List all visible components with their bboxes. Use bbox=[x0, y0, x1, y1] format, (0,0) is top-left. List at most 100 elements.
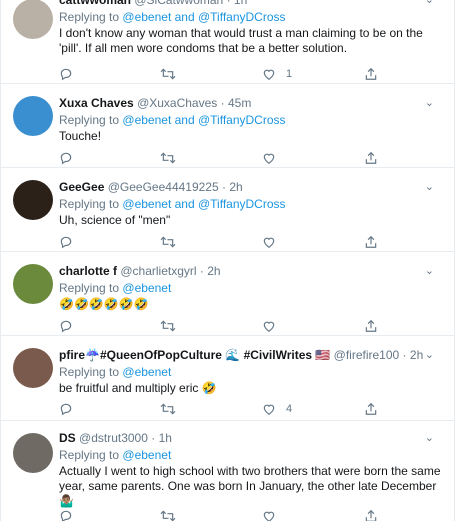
timestamp[interactable]: 45m bbox=[228, 96, 251, 110]
separator-dot: · bbox=[220, 96, 225, 110]
display-name[interactable]: GeeGee bbox=[59, 180, 104, 194]
tweet-content: charlotte f @charlietxgyrl · 2h ⌄ Replyi… bbox=[59, 264, 446, 312]
share-button[interactable] bbox=[364, 151, 378, 165]
avatar[interactable] bbox=[13, 180, 53, 220]
like-button[interactable]: 1 bbox=[262, 67, 292, 81]
like-button[interactable] bbox=[262, 151, 276, 165]
timestamp[interactable]: 2h bbox=[207, 264, 220, 278]
retweet-button[interactable] bbox=[160, 151, 176, 165]
user-handle[interactable]: @dstrut3000 bbox=[79, 431, 148, 445]
retweet-button[interactable] bbox=[160, 235, 176, 249]
replying-to: Replying to @ebenet bbox=[59, 448, 446, 463]
display-name[interactable]: cattwwoman bbox=[59, 0, 131, 7]
reply-mentions[interactable]: @ebenet and @TiffanyDCross bbox=[122, 10, 285, 24]
replying-to: Replying to @ebenet and @TiffanyDCross bbox=[59, 10, 446, 25]
separator-dot: · bbox=[151, 431, 156, 445]
tweet[interactable]: Xuxa Chaves @XuxaChaves · 45m ⌄ Replying… bbox=[1, 84, 454, 168]
avatar[interactable] bbox=[13, 96, 53, 136]
tweet[interactable]: charlotte f @charlietxgyrl · 2h ⌄ Replyi… bbox=[1, 252, 454, 336]
share-button[interactable] bbox=[364, 235, 378, 249]
tweet-actions: 1 bbox=[59, 67, 389, 83]
chevron-down-icon[interactable]: ⌄ bbox=[425, 180, 434, 193]
tweet[interactable]: DS @dstrut3000 · 1h ⌄ Replying to @ebene… bbox=[1, 421, 454, 521]
avatar[interactable] bbox=[13, 348, 53, 388]
share-button[interactable] bbox=[364, 402, 378, 416]
tweet-actions bbox=[59, 235, 389, 251]
tweet-actions bbox=[59, 151, 389, 167]
reply-button[interactable] bbox=[59, 151, 73, 165]
retweet-button[interactable] bbox=[160, 67, 176, 81]
retweet-button[interactable] bbox=[160, 402, 176, 416]
tweet-actions: 4 bbox=[59, 402, 389, 418]
timestamp[interactable]: 1h bbox=[234, 0, 247, 7]
display-name[interactable]: pfire☔️#QueenOfPopCulture 🌊 #CivilWrites… bbox=[59, 348, 330, 362]
separator-dot: · bbox=[222, 180, 226, 194]
tweet-header: DS @dstrut3000 · 1h bbox=[59, 431, 446, 446]
tweet-header: Xuxa Chaves @XuxaChaves · 45m bbox=[59, 96, 446, 111]
reply-icon bbox=[60, 236, 72, 249]
share-icon bbox=[365, 67, 377, 80]
timestamp[interactable]: 2h bbox=[410, 348, 423, 362]
chevron-down-icon[interactable]: ⌄ bbox=[425, 264, 434, 277]
reply-mentions[interactable]: @ebenet and @TiffanyDCross bbox=[122, 197, 285, 211]
share-button[interactable] bbox=[364, 509, 378, 521]
tweet[interactable]: cattwwoman @SiCatwwoman · 1h ⌄ Replying … bbox=[1, 0, 454, 84]
retweet-icon bbox=[160, 68, 176, 80]
share-icon bbox=[365, 151, 377, 164]
replying-to-label: Replying to bbox=[59, 365, 120, 379]
reply-icon bbox=[60, 510, 72, 521]
tweet-content: cattwwoman @SiCatwwoman · 1h ⌄ Replying … bbox=[59, 0, 446, 56]
reply-button[interactable] bbox=[59, 67, 73, 81]
retweet-button[interactable] bbox=[160, 509, 176, 521]
reply-mentions[interactable]: @ebenet bbox=[122, 281, 171, 295]
replying-to: Replying to @ebenet bbox=[59, 365, 446, 380]
like-button[interactable] bbox=[262, 509, 276, 521]
chevron-down-icon[interactable]: ⌄ bbox=[425, 96, 434, 109]
retweet-icon bbox=[160, 510, 176, 521]
reply-button[interactable] bbox=[59, 509, 73, 521]
retweet-icon bbox=[160, 236, 176, 248]
reply-button[interactable] bbox=[59, 235, 73, 249]
like-button[interactable] bbox=[262, 319, 276, 333]
like-button[interactable] bbox=[262, 235, 276, 249]
chevron-down-icon[interactable]: ⌄ bbox=[425, 348, 434, 361]
user-handle[interactable]: @GeeGee44419225 bbox=[108, 180, 219, 194]
like-button[interactable]: 4 bbox=[262, 402, 292, 416]
reply-button[interactable] bbox=[59, 402, 73, 416]
separator-dot: · bbox=[199, 264, 204, 278]
display-name[interactable]: charlotte f bbox=[59, 264, 117, 278]
retweet-icon bbox=[160, 403, 176, 415]
tweet-header: GeeGee @GeeGee44419225 · 2h bbox=[59, 180, 446, 195]
user-handle[interactable]: @XuxaChaves bbox=[137, 96, 217, 110]
user-handle[interactable]: @firefire100 bbox=[334, 348, 400, 362]
chevron-down-icon[interactable]: ⌄ bbox=[425, 0, 434, 6]
retweet-button[interactable] bbox=[160, 319, 176, 333]
share-icon bbox=[365, 235, 377, 248]
avatar[interactable] bbox=[13, 0, 53, 39]
reply-mentions[interactable]: @ebenet bbox=[122, 448, 171, 462]
tweet-text: I don't know any woman that would trust … bbox=[59, 26, 423, 55]
tweet-content: Xuxa Chaves @XuxaChaves · 45m ⌄ Replying… bbox=[59, 96, 446, 144]
reply-mentions[interactable]: @ebenet and @TiffanyDCross bbox=[122, 113, 285, 127]
separator-dot: · bbox=[402, 348, 407, 362]
avatar[interactable] bbox=[13, 264, 53, 304]
tweet[interactable]: pfire☔️#QueenOfPopCulture 🌊 #CivilWrites… bbox=[1, 336, 454, 421]
share-button[interactable] bbox=[364, 67, 378, 81]
user-handle[interactable]: @SiCatwwoman bbox=[134, 0, 223, 7]
tweet[interactable]: GeeGee @GeeGee44419225 · 2h ⌄ Replying t… bbox=[1, 168, 454, 252]
user-handle[interactable]: @charlietxgyrl bbox=[120, 264, 196, 278]
avatar[interactable] bbox=[13, 433, 53, 473]
reply-icon bbox=[60, 320, 72, 333]
retweet-icon bbox=[160, 320, 176, 332]
reply-button[interactable] bbox=[59, 319, 73, 333]
chevron-down-icon[interactable]: ⌄ bbox=[425, 431, 434, 444]
timestamp[interactable]: 1h bbox=[159, 431, 172, 445]
tweet-content: GeeGee @GeeGee44419225 · 2h ⌄ Replying t… bbox=[59, 180, 446, 228]
timestamp[interactable]: 2h bbox=[229, 180, 242, 194]
display-name[interactable]: DS bbox=[59, 431, 76, 445]
display-name[interactable]: Xuxa Chaves bbox=[59, 96, 134, 110]
reply-mentions[interactable]: @ebenet bbox=[122, 365, 171, 379]
share-button[interactable] bbox=[364, 319, 378, 333]
replying-to: Replying to @ebenet bbox=[59, 281, 446, 296]
reply-icon bbox=[60, 403, 72, 416]
